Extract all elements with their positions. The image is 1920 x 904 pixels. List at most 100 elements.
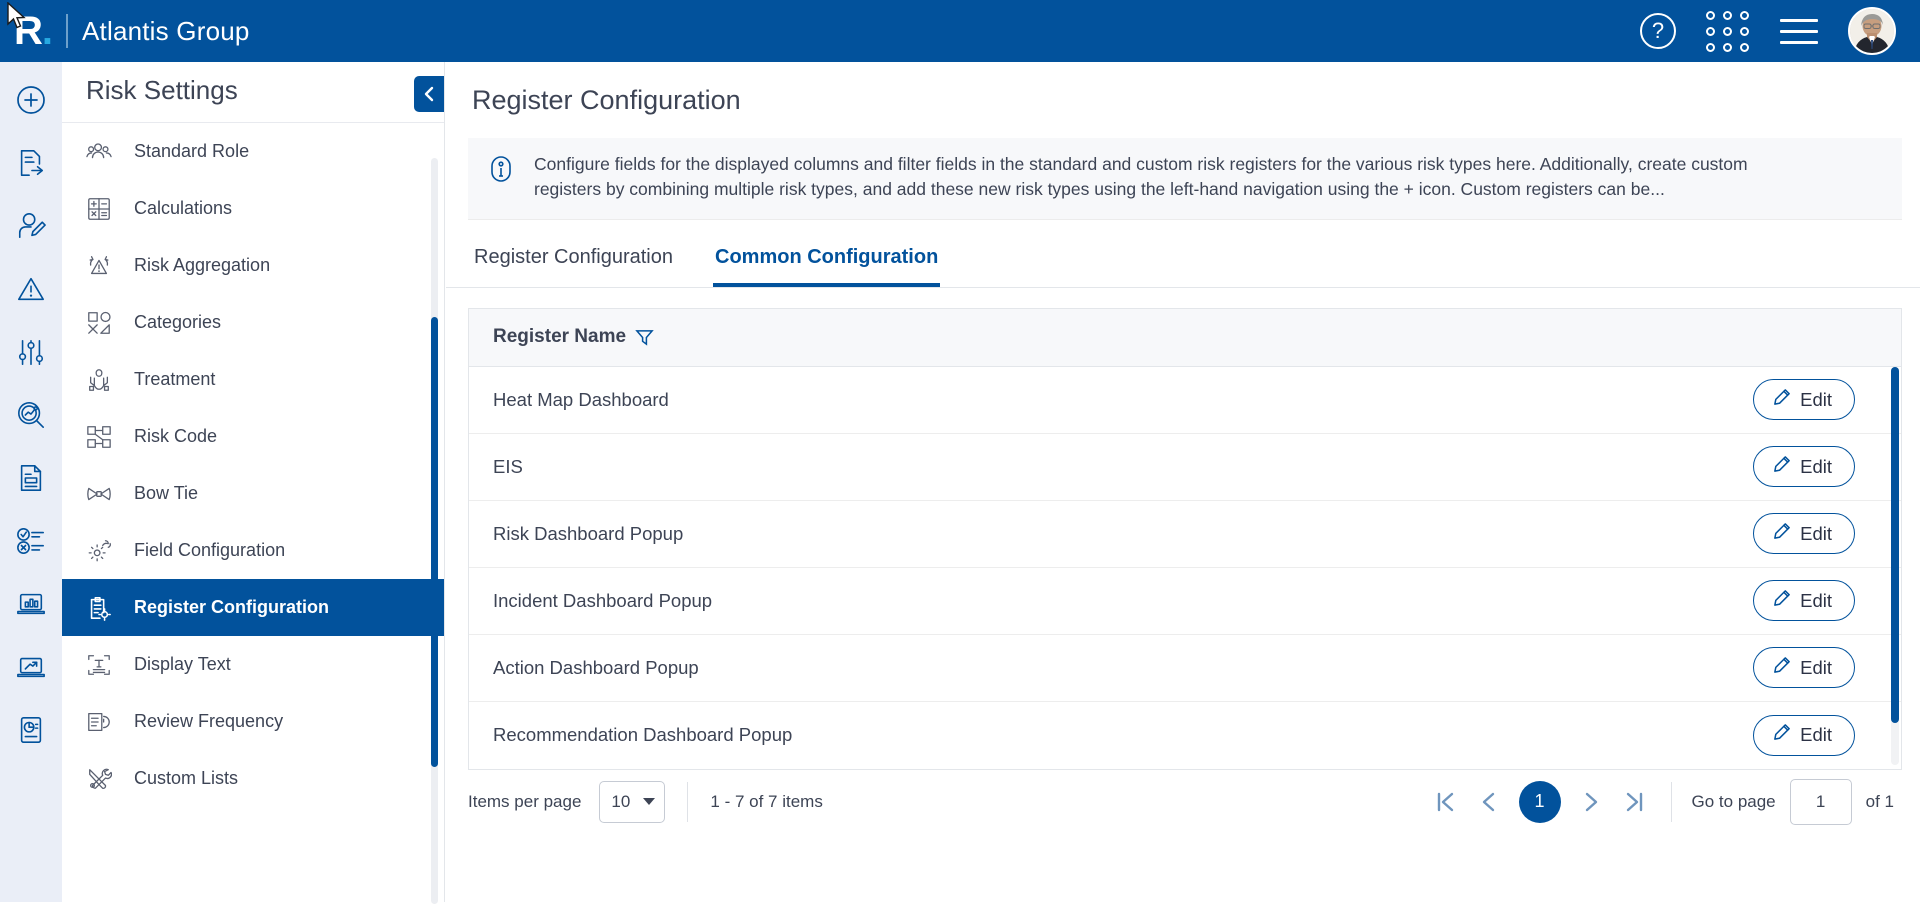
sidebar-item-register-configuration[interactable]: Register Configuration [62,579,444,636]
top-bar-actions: ? [1640,7,1920,55]
calculator-icon [84,194,114,224]
sidebar-header: Risk Settings [62,62,444,118]
sidebar-item-standard-role[interactable]: Standard Role [62,123,444,180]
register-name-cell: Action Dashboard Popup [493,656,699,678]
edit-button[interactable]: Edit [1753,379,1855,421]
prev-page-icon[interactable] [1467,780,1511,824]
aggregation-warning-icon [84,251,114,281]
sidebar-item-bow-tie[interactable]: Bow Tie [62,465,444,522]
edit-button[interactable]: Edit [1753,580,1855,622]
register-name-cell: EIS [493,455,523,477]
add-new-icon[interactable] [11,80,51,120]
risk-warning-icon[interactable] [11,269,51,309]
edit-button[interactable]: Edit [1753,446,1855,488]
sidebar-item-label: Risk Code [134,426,218,446]
sidebar-item-categories[interactable]: Categories [62,294,444,351]
pagination-divider-2 [1670,781,1672,822]
sidebar-item-label: Register Configuration [134,597,330,617]
sidebar-item-label: Categories [134,312,222,332]
page-number-1[interactable]: 1 [1518,780,1561,823]
grid-body: Heat Map Dashboard Edit EIS Edit Risk Da… [469,367,1901,769]
user-avatar[interactable] [1848,7,1896,55]
grid-scrollbar-thumb[interactable] [1891,366,1899,723]
next-page-icon[interactable] [1569,780,1613,824]
sidebar-item-label: Review Frequency [134,711,284,731]
register-name-cell: Risk Dashboard Popup [493,522,684,544]
pencil-icon [1772,589,1791,613]
pagination-divider [687,781,689,822]
shapes-icon [84,308,114,338]
edit-button[interactable]: Edit [1753,714,1855,756]
edit-button-label: Edit [1800,656,1832,678]
filter-funnel-icon[interactable] [635,328,654,347]
clipboard-gear-icon [84,593,114,623]
table-row[interactable]: Risk Dashboard Popup Edit [469,501,1901,568]
apps-grid-icon[interactable] [1706,10,1750,52]
pagination-bar: Items per page 10 1 - 7 of 7 items 1 Go … [468,770,1902,834]
edit-button[interactable]: Edit [1753,647,1855,689]
org-title: Atlantis Group [82,15,250,46]
go-to-page-input[interactable] [1789,778,1852,825]
items-per-page-value: 10 [611,791,631,811]
pie-report-icon[interactable] [11,710,51,750]
edit-button-label: Edit [1800,388,1832,410]
register-name-cell: Recommendation Dashboard Popup [493,724,793,746]
table-row[interactable]: Recommendation Dashboard Popup Edit [469,702,1901,769]
sidebar-item-calculations[interactable]: Calculations [62,180,444,237]
table-row[interactable]: Incident Dashboard Popup Edit [469,568,1901,635]
bar-chart-laptop-icon[interactable] [11,584,51,624]
sidebar-item-field-configuration[interactable]: Field Configuration [62,522,444,579]
top-bar: R. Atlantis Group ? [0,0,1920,62]
bow-tie-icon [84,479,114,509]
info-banner-text: Configure fields for the displayed colum… [534,154,1748,200]
edit-button[interactable]: Edit [1753,513,1855,555]
sidebar-item-label: Bow Tie [134,483,199,503]
analytics-search-icon[interactable] [11,395,51,435]
sidebar-item-label: Risk Aggregation [134,255,271,275]
tab-register-configuration[interactable]: Register Configuration [472,236,675,287]
first-page-icon[interactable] [1423,780,1467,824]
items-per-page-label: Items per page [468,791,582,811]
sidebar-item-label: Display Text [134,654,231,674]
sidebar-item-display-text[interactable]: Display Text [62,636,444,693]
help-circle-icon[interactable]: ? [1640,13,1676,49]
chevron-left-icon[interactable] [414,76,444,112]
items-per-page-select[interactable]: 10 [599,780,666,823]
info-icon [486,154,518,203]
chevron-down-icon [643,798,656,806]
risk-settings-sidebar: Risk Settings Standard Role Calculations… [62,62,445,904]
people-icon [84,137,114,167]
sidebar-item-risk-code[interactable]: Risk Code [62,408,444,465]
pencil-icon [1772,455,1791,479]
edit-button-label: Edit [1800,455,1832,477]
sidebar-item-label: Standard Role [134,141,250,161]
sidebar-item-custom-lists[interactable]: Custom Lists [62,750,444,807]
pencil-icon [1772,388,1791,412]
last-page-icon[interactable] [1613,780,1657,824]
pagination-right: 1 Go to page of 1 [1423,778,1894,825]
sidebar-item-risk-aggregation[interactable]: Risk Aggregation [62,237,444,294]
sidebar-scrollbar-thumb[interactable] [431,317,438,767]
hamburger-menu-icon[interactable] [1780,18,1818,44]
configuration-tabs: Register Configuration Common Configurat… [446,236,1920,288]
checklist-status-icon[interactable] [11,521,51,561]
flow-nodes-icon [84,422,114,452]
tab-common-configuration[interactable]: Common Configuration [713,236,941,287]
user-edit-icon[interactable] [11,206,51,246]
pencil-icon [1772,522,1791,546]
column-header-register-name: Register Name [493,326,654,348]
edit-button-label: Edit [1800,589,1832,611]
logo-dot: . [41,8,53,53]
trend-laptop-icon[interactable] [11,647,51,687]
table-row[interactable]: Action Dashboard Popup Edit [469,635,1901,702]
sidebar-item-treatment[interactable]: Treatment [62,351,444,408]
table-row[interactable]: EIS Edit [469,434,1901,501]
page-title: Register Configuration [472,85,741,115]
register-name-cell: Heat Map Dashboard [493,388,669,410]
document-export-icon[interactable] [11,143,51,183]
sidebar-item-review-frequency[interactable]: Review Frequency [62,693,444,750]
sidebar-menu: Standard Role Calculations Risk Aggregat… [62,122,444,807]
settings-sliders-icon[interactable] [11,332,51,372]
table-row[interactable]: Heat Map Dashboard Edit [469,367,1901,434]
document-report-icon[interactable] [11,458,51,498]
